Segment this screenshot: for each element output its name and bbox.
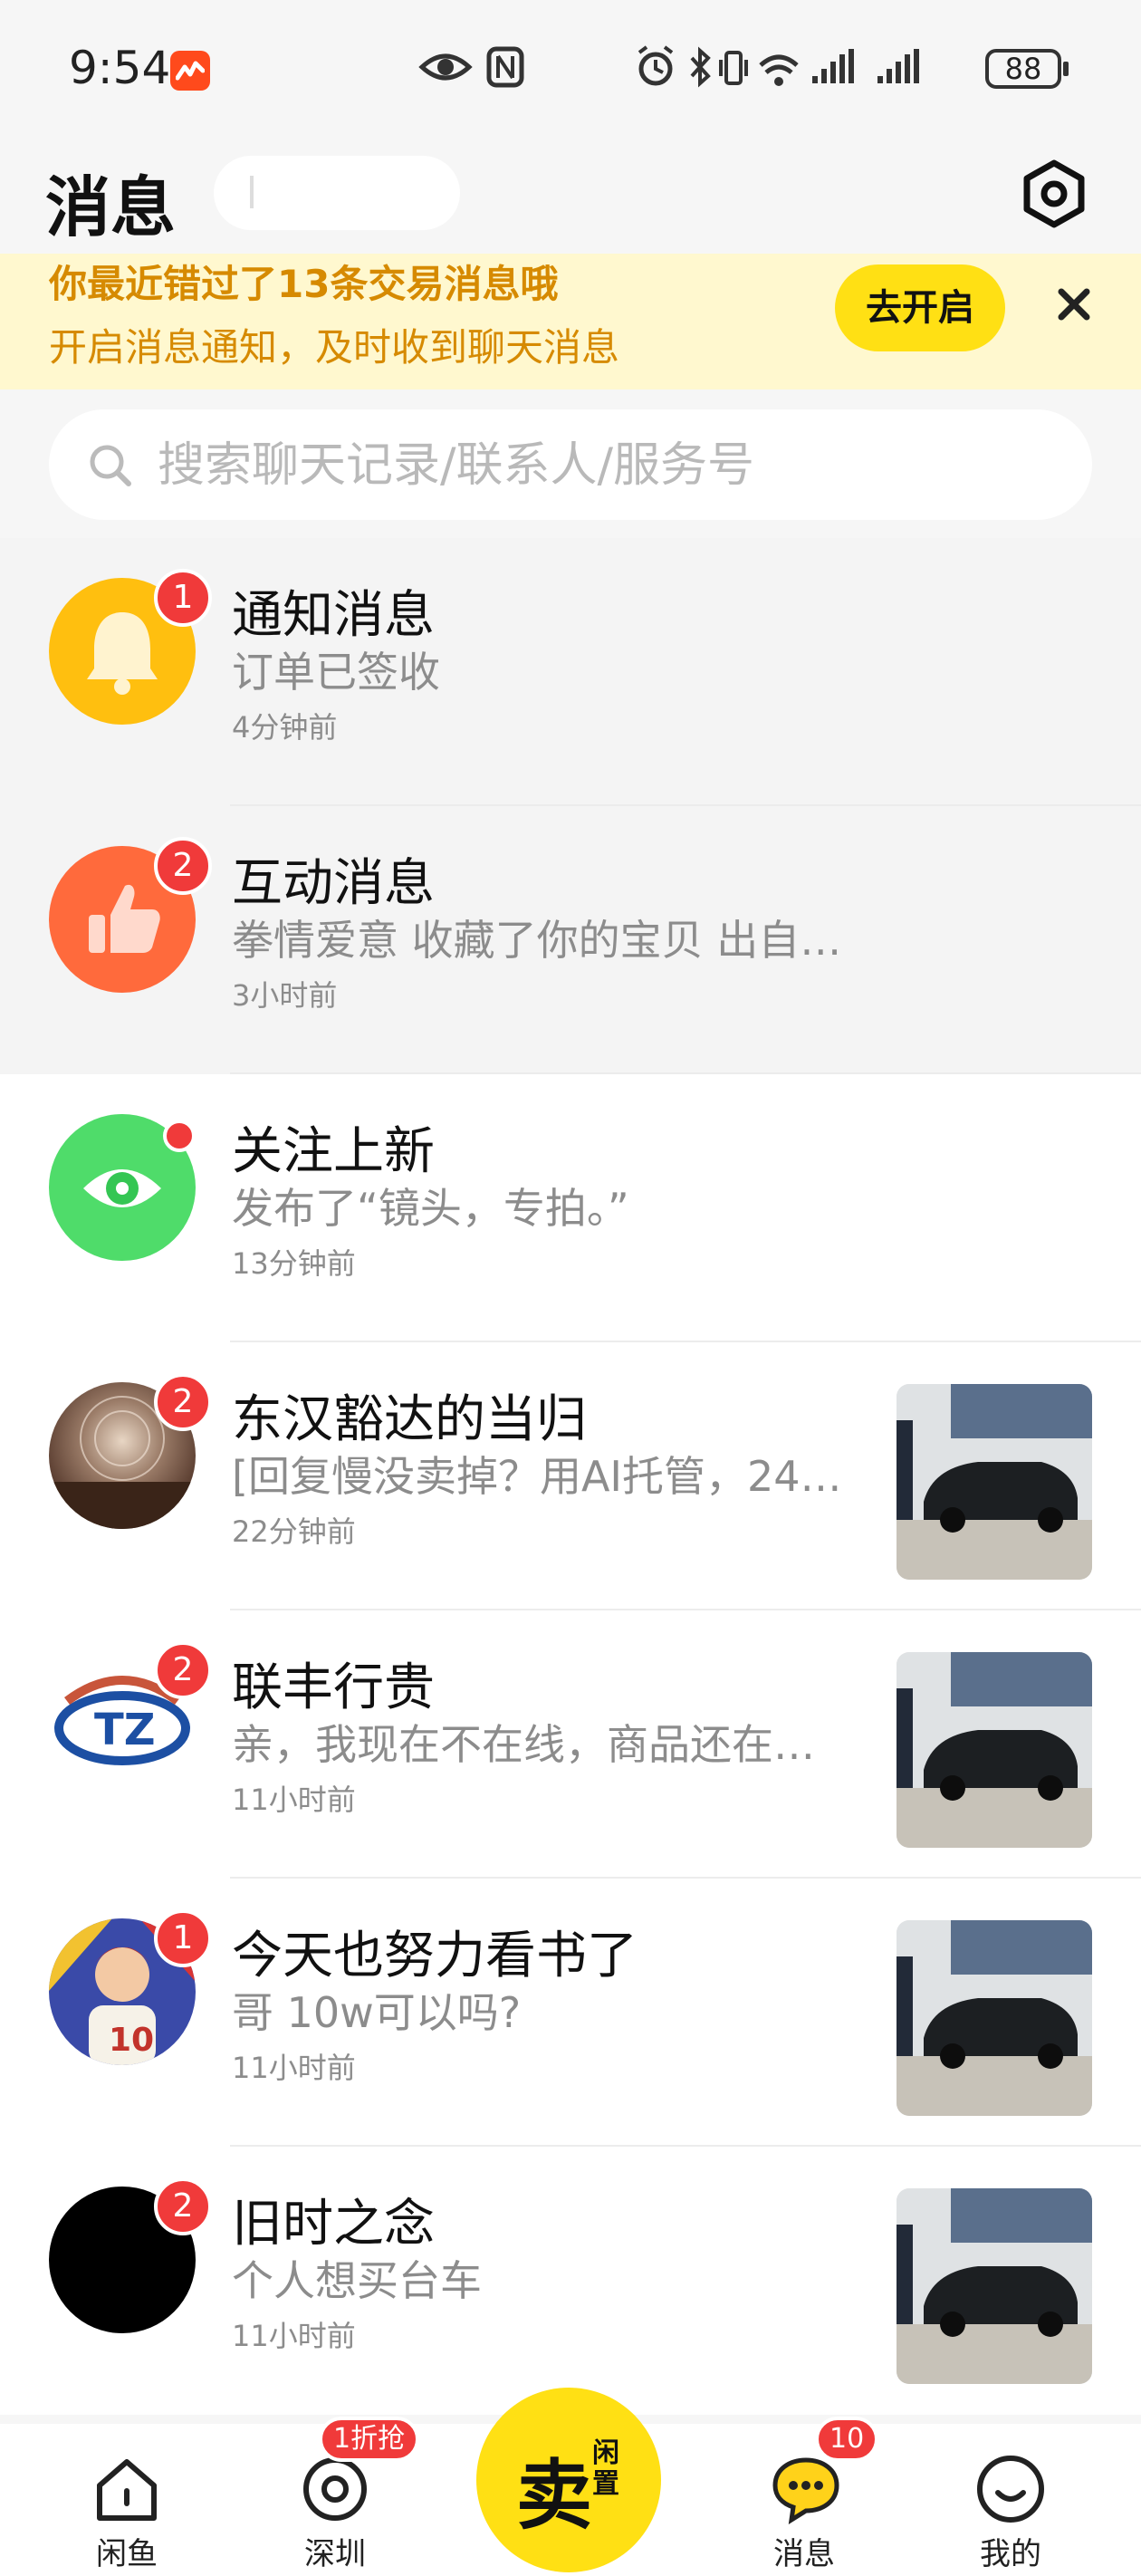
list-item-chat[interactable]: 2 旧时之念 个人想买台车 11小时前 xyxy=(0,2147,1141,2415)
message-title: 旧时之念 xyxy=(232,2195,435,2254)
tab-city[interactable]: 深圳 1折抢 xyxy=(263,2417,420,2576)
item-thumbnail[interactable] xyxy=(896,1920,1092,2116)
unread-badge: 1 xyxy=(154,569,212,627)
list-item-following[interactable]: 关注上新 发布了“镜头，专拍。” 13分钟前 xyxy=(0,1074,1141,1342)
message-title: 互动消息 xyxy=(232,854,435,913)
banner-subtitle: 开启消息通知，及时收到聊天消息 xyxy=(49,325,620,370)
unread-dot xyxy=(163,1120,196,1152)
message-time: 13分钟前 xyxy=(232,1246,356,1281)
list-item-chat[interactable]: 2 东汉豁达的当归 [回复慢没卖掉？用AI托管，24… 22分钟前 xyxy=(0,1342,1141,1610)
sell-button[interactable]: 卖 闲置 xyxy=(476,2388,661,2572)
list-item-interactions[interactable]: 2 互动消息 拳情爱意 收藏了你的宝贝 出自… 3小时前 xyxy=(0,806,1141,1074)
notification-banner: 你最近错过了13条交易消息哦 开启消息通知，及时收到聊天消息 去开启 xyxy=(0,254,1141,389)
sell-label: 卖 xyxy=(516,2451,593,2540)
promo-badge: 1折抢 xyxy=(319,2417,420,2462)
status-time: 9:54 xyxy=(69,42,171,94)
location-icon xyxy=(303,2457,367,2521)
enable-notifications-button[interactable]: 去开启 xyxy=(835,264,1005,351)
svg-text:10: 10 xyxy=(109,2022,154,2059)
unread-count-badge: 10 xyxy=(815,2417,879,2462)
tab-me[interactable]: 我的 xyxy=(938,2424,1083,2576)
header: 消息 xyxy=(0,136,1141,254)
profile-icon xyxy=(977,2456,1044,2523)
list-item-notifications[interactable]: 1 通知消息 订单已签收 4分钟前 xyxy=(0,538,1141,806)
message-preview: 拳情爱意 收藏了你的宝贝 出自… xyxy=(232,916,842,965)
eye-comfort-icon xyxy=(418,46,524,88)
message-title: 联丰行贵 xyxy=(232,1658,435,1717)
message-preview: 个人想买台车 xyxy=(232,2256,482,2305)
tab-label: 我的 xyxy=(980,2536,1041,2572)
message-time: 22分钟前 xyxy=(232,1514,356,1549)
unread-badge: 1 xyxy=(154,1909,212,1967)
battery-indicator: 88 xyxy=(985,49,1069,89)
page-title: 消息 xyxy=(45,169,177,245)
status-bar: 9:54 88 xyxy=(0,0,1141,136)
message-title: 通知消息 xyxy=(232,586,435,645)
message-time: 4分钟前 xyxy=(232,710,338,745)
tab-label: 闲鱼 xyxy=(96,2536,158,2572)
message-list: 1 通知消息 订单已签收 4分钟前 2 互动消息 拳情爱意 收藏了你的宝贝 出自… xyxy=(0,538,1141,2415)
bottom-nav: 闲鱼 深圳 1折抢 卖 闲置 消息 10 我的 xyxy=(0,2388,1141,2576)
chat-bubble-icon xyxy=(772,2457,839,2524)
system-status-icons xyxy=(638,45,919,88)
message-time: 11小时前 xyxy=(232,1783,356,1817)
unread-badge: 2 xyxy=(154,2177,212,2235)
search-input[interactable] xyxy=(156,409,1047,522)
message-time: 3小时前 xyxy=(232,978,338,1013)
message-title: 关注上新 xyxy=(232,1122,435,1181)
message-preview: 哥 10w可以吗? xyxy=(232,1988,522,2037)
message-preview: 亲，我现在不在线，商品还在… xyxy=(232,1720,815,1769)
item-thumbnail[interactable] xyxy=(896,1652,1092,1848)
list-item-chat[interactable]: 10 1 今天也努力看书了 哥 10w可以吗? 11小时前 xyxy=(0,1879,1141,2147)
unread-badge: 2 xyxy=(154,837,212,895)
message-title: 东汉豁达的当归 xyxy=(232,1390,587,1449)
close-icon[interactable] xyxy=(1050,281,1098,328)
message-preview: 发布了“镜头，专拍。” xyxy=(232,1184,629,1233)
sell-sublabel: 闲置 xyxy=(592,2437,619,2500)
home-icon xyxy=(97,2459,157,2521)
item-thumbnail[interactable] xyxy=(896,2188,1092,2384)
settings-icon[interactable] xyxy=(1018,158,1090,230)
item-thumbnail[interactable] xyxy=(896,1384,1092,1580)
app-notification-icon xyxy=(170,51,210,91)
message-title: 今天也努力看书了 xyxy=(232,1927,638,1985)
svg-text:TZ: TZ xyxy=(94,1705,156,1755)
unread-badge: 2 xyxy=(154,1641,212,1699)
tab-messages[interactable]: 消息 10 xyxy=(732,2417,879,2576)
account-switcher[interactable] xyxy=(214,156,460,230)
banner-title: 你最近错过了13条交易消息哦 xyxy=(49,262,559,306)
tab-label: 消息 xyxy=(773,2536,835,2572)
search-icon xyxy=(90,445,131,486)
list-item-chat[interactable]: TZ 2 联丰行贵 亲，我现在不在线，商品还在… 11小时前 xyxy=(0,1610,1141,1879)
message-preview: [回复慢没卖掉？用AI托管，24… xyxy=(232,1452,842,1501)
search-bar[interactable] xyxy=(49,409,1092,522)
tab-home[interactable]: 闲鱼 xyxy=(54,2424,199,2576)
tab-label: 深圳 xyxy=(304,2536,366,2572)
message-preview: 订单已签收 xyxy=(232,648,440,697)
unread-badge: 2 xyxy=(154,1373,212,1431)
message-time: 11小时前 xyxy=(232,2319,356,2353)
message-time: 11小时前 xyxy=(232,2051,356,2085)
